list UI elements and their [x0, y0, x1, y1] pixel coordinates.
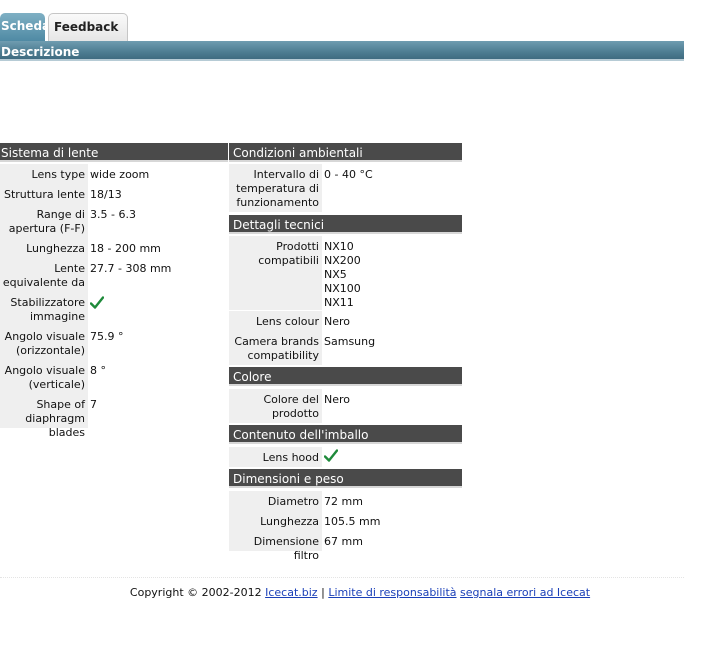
spec-value: 72 mm — [324, 495, 363, 508]
tab-feedback[interactable]: Feedback (0) — [48, 13, 128, 60]
tab-scheda[interactable]: Scheda — [0, 13, 50, 41]
spec-value: Nero — [324, 393, 351, 406]
spec-value: 18/13 — [90, 188, 122, 201]
report-errors-link[interactable]: segnala errori ad Icecat — [460, 586, 590, 599]
spec-label: Lens type — [0, 164, 88, 184]
footer: Copyright © 2002-2012 Icecat.biz | Limit… — [0, 586, 707, 599]
spec-value: 8 ° — [90, 364, 106, 377]
list-item: NX100 — [324, 282, 361, 295]
list-item: NX10 — [324, 240, 354, 253]
footer-divider — [0, 577, 684, 578]
spec-label: Colore del prodotto — [229, 389, 322, 423]
check-icon — [324, 449, 338, 463]
spec-label: Dimensione filtro — [229, 531, 322, 562]
spec-label: Stabilizzatore immagine — [0, 292, 88, 326]
spec-label: Lunghezza focale — [0, 238, 88, 269]
spec-label: Angolo visuale (orizzontale) — [0, 326, 88, 360]
spec-label: Lens hood — [229, 447, 322, 467]
spec-label: Struttura lente — [0, 184, 88, 204]
list-item: NX5 — [324, 268, 347, 281]
spec-value: wide zoom — [90, 168, 150, 181]
footer-separator: | — [321, 586, 325, 599]
check-icon — [90, 296, 104, 310]
list-item: NX11 — [324, 296, 354, 309]
spec-value: Samsung — [324, 335, 376, 348]
section-header-dimensions: Dimensioni e peso — [229, 469, 462, 488]
spec-label: Lens colour — [229, 311, 322, 331]
spec-value: 27.7 - 308 mm — [90, 262, 172, 275]
section-header-lens-system: Sistema di lente — [0, 143, 228, 162]
section-header-color: Colore — [229, 367, 462, 386]
spec-label: Lente equivalente da 35 mm — [0, 258, 88, 303]
description-header: Descrizione — [0, 41, 684, 61]
compatible-products-list: NX10 NX200 NX5 NX100 NX11 — [324, 236, 361, 310]
spec-value: 7 — [90, 398, 97, 411]
spec-label: Prodotti compatibili — [229, 236, 322, 310]
spec-label: Lunghezza — [229, 511, 322, 531]
spec-value — [90, 292, 104, 314]
spec-value: 0 - 40 °C — [324, 168, 373, 181]
spec-label: Intervallo di temperatura di funzionamen… — [229, 164, 322, 212]
spec-value: 75.9 ° — [90, 330, 124, 343]
spec-value: 3.5 - 6.3 — [90, 208, 136, 221]
section-header-package: Contenuto dell'imballo — [229, 425, 462, 444]
spec-value — [324, 445, 338, 467]
spec-label: Range di apertura (F-F) — [0, 204, 88, 238]
spec-value: 105.5 mm — [324, 515, 381, 528]
spec-label: Camera brands compatibility — [229, 331, 322, 365]
spec-value: 18 - 200 mm — [90, 242, 161, 255]
spec-label: Shape of diaphragm blades — [0, 394, 88, 439]
icecat-link[interactable]: Icecat.biz — [265, 586, 317, 599]
section-header-environment: Condizioni ambientali — [229, 143, 462, 162]
spec-label: Diametro — [229, 491, 322, 511]
spec-value: 67 mm — [324, 535, 363, 548]
copyright-text: Copyright © 2002-2012 — [129, 586, 262, 599]
spec-value: Nero — [324, 315, 351, 328]
disclaimer-link[interactable]: Limite di responsabilità — [328, 586, 456, 599]
list-item: NX200 — [324, 254, 361, 267]
spec-label: Angolo visuale (verticale) — [0, 360, 88, 394]
section-header-technical: Dettagli tecnici — [229, 215, 462, 234]
